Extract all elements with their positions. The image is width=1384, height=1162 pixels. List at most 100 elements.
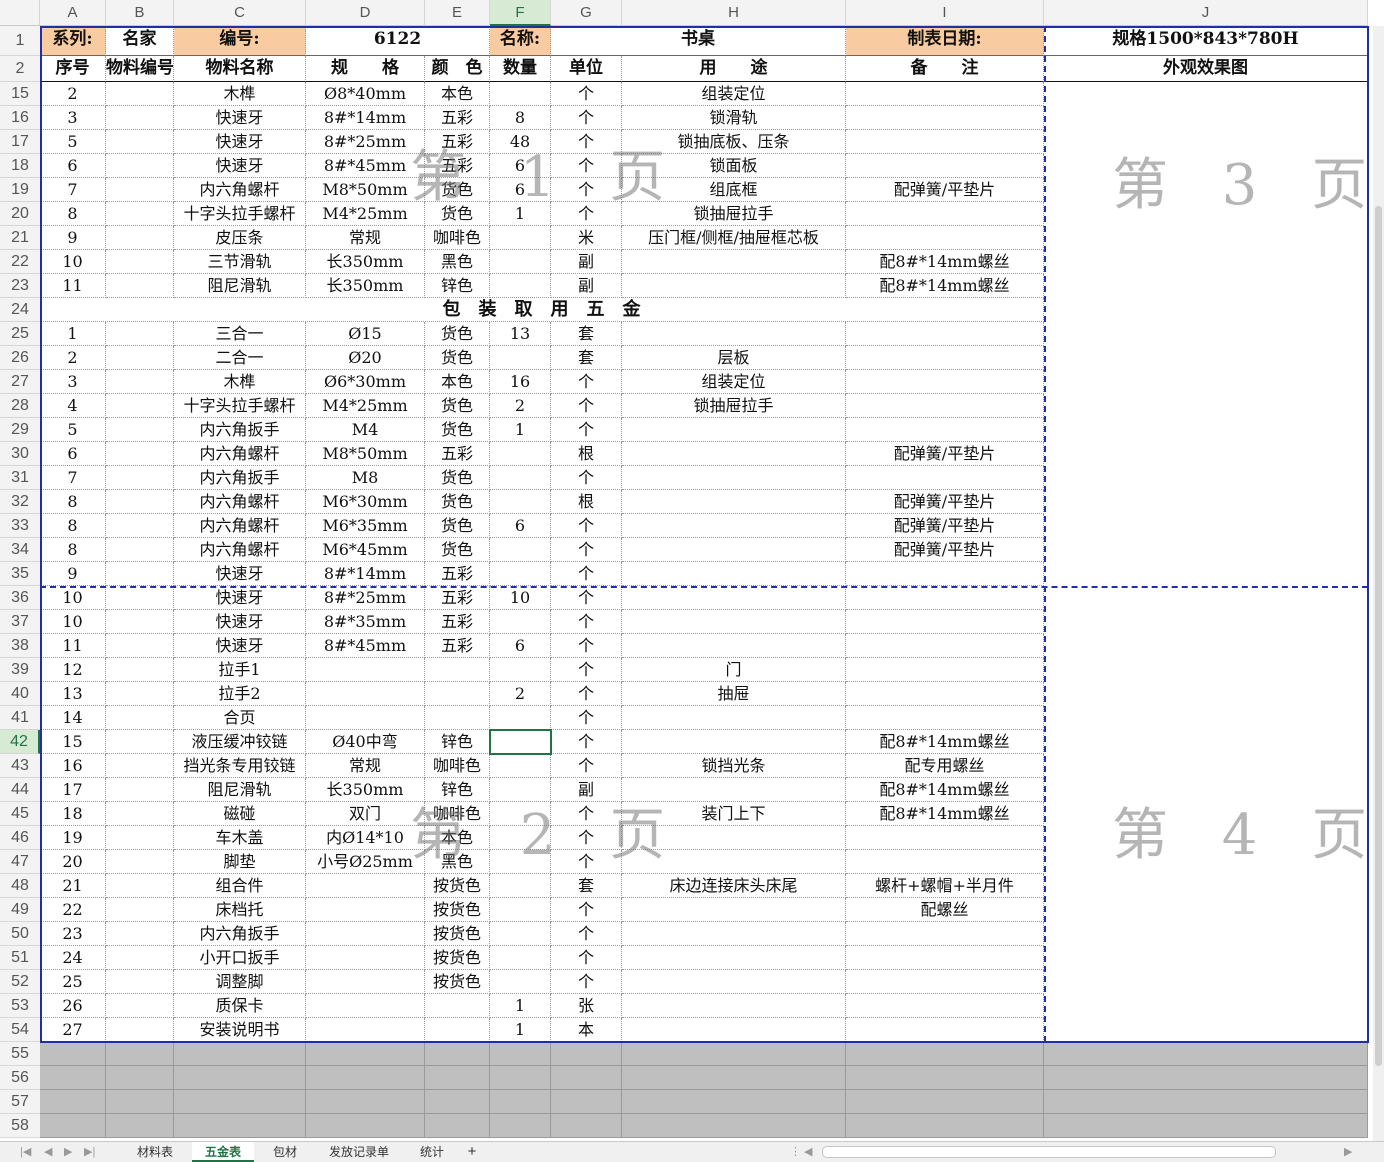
table-cell[interactable]: [306, 1018, 425, 1042]
table-cell[interactable]: [622, 610, 846, 634]
table-cell[interactable]: 五彩: [425, 562, 490, 586]
column-header-c[interactable]: C: [174, 0, 306, 26]
table-cell[interactable]: 配弹簧/平垫片: [846, 178, 1044, 202]
row-header[interactable]: 18: [0, 154, 40, 178]
table-cell[interactable]: 货色: [425, 202, 490, 226]
table-cell[interactable]: 货色: [425, 418, 490, 442]
row-header[interactable]: 32: [0, 490, 40, 514]
table-cell[interactable]: [622, 538, 846, 562]
table-cell[interactable]: 个: [551, 922, 622, 946]
table-cell[interactable]: 10: [490, 586, 551, 610]
table-cell[interactable]: 6: [490, 154, 551, 178]
table-cell[interactable]: [490, 442, 551, 466]
table-cell[interactable]: 黑色: [425, 250, 490, 274]
row-header[interactable]: 31: [0, 466, 40, 490]
table-cell[interactable]: 三合一: [174, 322, 306, 346]
table-cell[interactable]: [425, 994, 490, 1018]
table-cell[interactable]: [622, 730, 846, 754]
table-cell[interactable]: 装门上下: [622, 802, 846, 826]
table-cell[interactable]: 6: [490, 178, 551, 202]
empty-cell[interactable]: [306, 1114, 425, 1138]
table-cell[interactable]: M8*50mm: [306, 442, 425, 466]
table-cell[interactable]: 套: [551, 874, 622, 898]
table-cell[interactable]: 拉手1: [174, 658, 306, 682]
table-cell[interactable]: 个: [551, 970, 622, 994]
table-cell[interactable]: [846, 706, 1044, 730]
table-cell[interactable]: 1: [490, 994, 551, 1018]
row-header[interactable]: 19: [0, 178, 40, 202]
table-cell[interactable]: 1: [490, 418, 551, 442]
table-cell[interactable]: 个: [551, 154, 622, 178]
row-header[interactable]: 25: [0, 322, 40, 346]
table-cell[interactable]: 五彩: [425, 586, 490, 610]
row-header[interactable]: 37: [0, 610, 40, 634]
table-cell[interactable]: 套: [551, 322, 622, 346]
table-cell[interactable]: 黑色: [425, 850, 490, 874]
table-cell[interactable]: [490, 466, 551, 490]
empty-cell[interactable]: [306, 1042, 425, 1066]
table-cell[interactable]: 二合一: [174, 346, 306, 370]
row-header[interactable]: 42: [0, 730, 40, 754]
table-cell[interactable]: M6*35mm: [306, 514, 425, 538]
table-cell[interactable]: [425, 658, 490, 682]
add-sheet-button[interactable]: +: [460, 1142, 484, 1162]
table-cell[interactable]: [846, 82, 1044, 106]
row-header[interactable]: 58: [0, 1114, 40, 1138]
table-cell[interactable]: 内六角螺杆: [174, 442, 306, 466]
table-cell[interactable]: [622, 442, 846, 466]
vertical-scroll-thumb[interactable]: [1375, 206, 1382, 1066]
table-cell[interactable]: 26: [40, 994, 106, 1018]
select-all-corner[interactable]: [0, 0, 40, 26]
table-cell[interactable]: [622, 706, 846, 730]
row-header[interactable]: 20: [0, 202, 40, 226]
table-cell[interactable]: [846, 850, 1044, 874]
table-cell[interactable]: 锁滑轨: [622, 106, 846, 130]
row-header[interactable]: 23: [0, 274, 40, 298]
table-cell[interactable]: 个: [551, 706, 622, 730]
row-header[interactable]: 33: [0, 514, 40, 538]
table-cell[interactable]: 个: [551, 466, 622, 490]
table-cell[interactable]: [846, 610, 1044, 634]
column-title[interactable]: 备 注: [846, 56, 1044, 82]
table-cell[interactable]: 组装定位: [622, 370, 846, 394]
table-cell[interactable]: [846, 346, 1044, 370]
table-cell[interactable]: [106, 802, 174, 826]
table-cell[interactable]: 6: [490, 634, 551, 658]
table-cell[interactable]: [622, 778, 846, 802]
table-cell[interactable]: 门: [622, 658, 846, 682]
table-cell[interactable]: 个: [551, 130, 622, 154]
table-cell[interactable]: 10: [40, 610, 106, 634]
table-cell[interactable]: [106, 586, 174, 610]
table-cell[interactable]: [490, 274, 551, 298]
table-cell[interactable]: 8#*45mm: [306, 634, 425, 658]
empty-cell[interactable]: [174, 1090, 306, 1114]
table-cell[interactable]: 配8#*14mm螺丝: [846, 250, 1044, 274]
table-cell[interactable]: [622, 322, 846, 346]
table-cell[interactable]: 层板: [622, 346, 846, 370]
spec-cell[interactable]: 规格1500*843*780H: [1044, 26, 1368, 56]
table-cell[interactable]: 五彩: [425, 634, 490, 658]
table-cell[interactable]: 按货色: [425, 922, 490, 946]
empty-cell[interactable]: [846, 1090, 1044, 1114]
sheet-tab[interactable]: 材料表: [124, 1142, 186, 1162]
table-cell[interactable]: [425, 1018, 490, 1042]
row-header[interactable]: 17: [0, 130, 40, 154]
table-cell[interactable]: [106, 202, 174, 226]
empty-cell[interactable]: [490, 1042, 551, 1066]
table-cell[interactable]: 长350mm: [306, 778, 425, 802]
column-title[interactable]: 颜 色: [425, 56, 490, 82]
table-cell[interactable]: 27: [40, 1018, 106, 1042]
table-cell[interactable]: [490, 778, 551, 802]
sheet-tab[interactable]: 发放记录单: [316, 1142, 402, 1162]
table-cell[interactable]: [846, 826, 1044, 850]
row-header[interactable]: 34: [0, 538, 40, 562]
table-cell[interactable]: [106, 922, 174, 946]
table-cell[interactable]: 16: [490, 370, 551, 394]
table-cell[interactable]: [846, 466, 1044, 490]
table-cell[interactable]: [490, 346, 551, 370]
table-cell[interactable]: [490, 706, 551, 730]
table-cell[interactable]: [846, 226, 1044, 250]
table-cell[interactable]: [106, 538, 174, 562]
table-cell[interactable]: 货色: [425, 346, 490, 370]
table-cell[interactable]: 配螺丝: [846, 898, 1044, 922]
